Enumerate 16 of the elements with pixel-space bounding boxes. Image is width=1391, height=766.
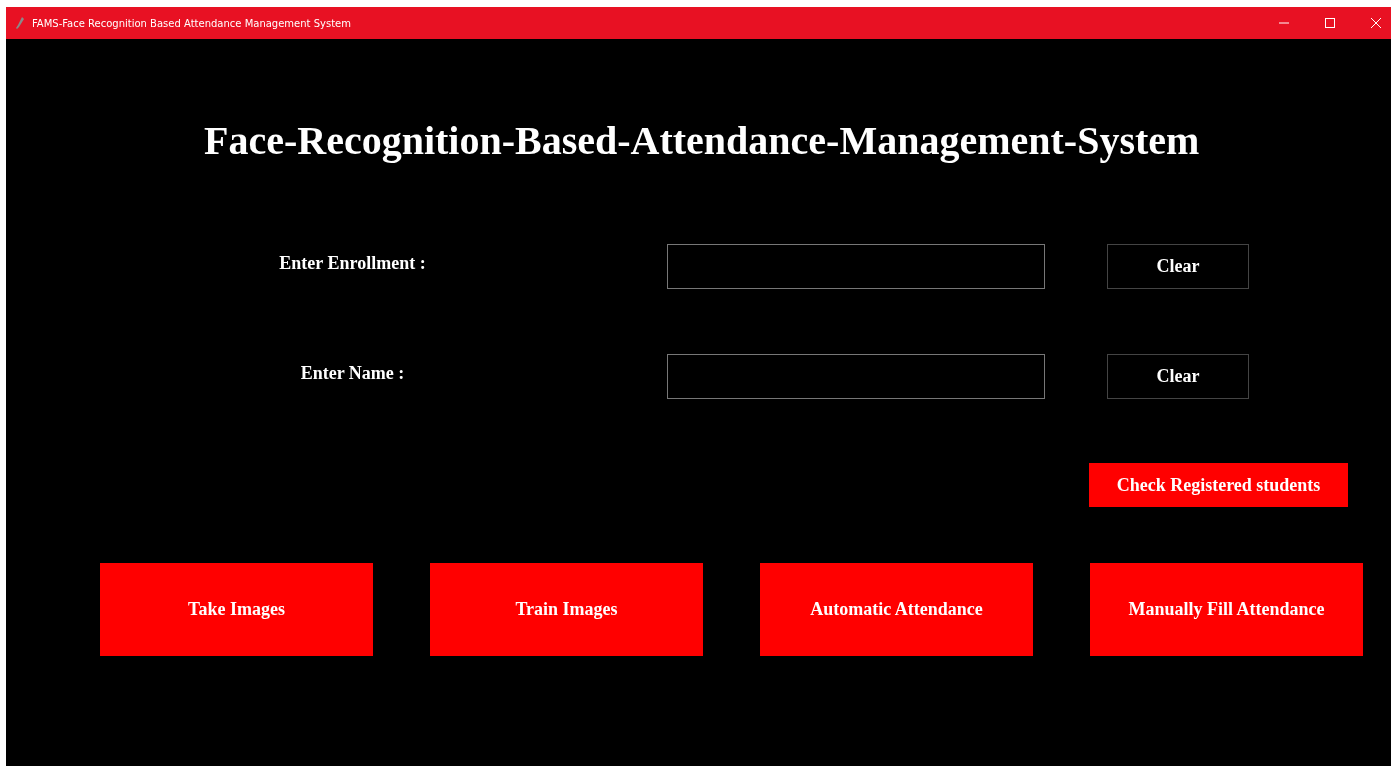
- input-field[interactable]: [667, 354, 1045, 399]
- field-label: Enter Name :: [299, 363, 406, 384]
- input-field[interactable]: [667, 244, 1045, 289]
- check-registered-button[interactable]: Check Registered students: [1089, 463, 1348, 507]
- feather-icon: [16, 17, 24, 29]
- app-heading: Face-Recognition-Based-Attendance-Management-System: [204, 117, 1201, 165]
- action-button[interactable]: Manually Fill Attendance: [1090, 563, 1363, 656]
- clear-button[interactable]: Clear: [1107, 244, 1249, 289]
- action-button[interactable]: Train Images: [430, 563, 703, 656]
- close-icon[interactable]: [1371, 18, 1381, 28]
- action-button[interactable]: Take Images: [100, 563, 373, 656]
- window-title: FAMS-Face Recognition Based Attendance Management System: [32, 17, 351, 29]
- field-label: Enter Enrollment :: [278, 253, 427, 274]
- maximize-icon[interactable]: [1325, 18, 1335, 28]
- action-button[interactable]: Automatic Attendance: [760, 563, 1033, 656]
- clear-button[interactable]: Clear: [1107, 354, 1249, 399]
